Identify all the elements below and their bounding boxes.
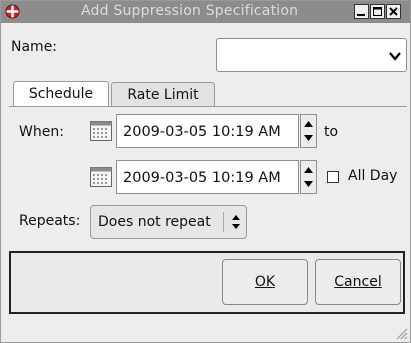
start-datetime-field[interactable]: 2009-03-05 10:19 AM [116, 114, 299, 148]
maximize-button[interactable] [370, 4, 385, 19]
cancel-button[interactable]: Cancel [315, 259, 401, 305]
app-icon [5, 4, 20, 19]
title-bar[interactable]: Add Suppression Specification [1, 1, 410, 23]
tab-schedule[interactable]: Schedule [13, 81, 109, 107]
button-panel: OK Cancel [9, 251, 405, 314]
all-day-label: All Day [348, 168, 398, 184]
spinner-arrows-icon [304, 167, 313, 187]
spinner-arrows-icon [304, 121, 313, 141]
cancel-button-label: Cancel [334, 274, 382, 290]
end-datetime-field[interactable]: 2009-03-05 10:19 AM [116, 160, 299, 194]
repeats-select[interactable]: Does not repeat [90, 205, 247, 239]
name-combobox[interactable] [216, 38, 407, 72]
when-label: When: [19, 124, 64, 140]
end-datetime-spinner[interactable] [300, 160, 317, 194]
calendar-icon[interactable] [90, 167, 112, 187]
ok-button-label: OK [254, 274, 276, 290]
close-button[interactable] [386, 4, 401, 19]
tab-divider [9, 106, 407, 107]
all-day-checkbox[interactable] [327, 171, 339, 183]
to-label: to [324, 124, 339, 140]
updown-icon [232, 215, 240, 229]
window-title: Add Suppression Specification [81, 3, 299, 19]
maximize-icon [373, 7, 382, 16]
repeats-value: Does not repeat [98, 214, 211, 230]
calendar-icon[interactable] [90, 121, 112, 141]
dialog-window: Add Suppression Specification Name: Sche… [0, 0, 411, 343]
name-label: Name: [11, 39, 58, 55]
tab-rate-limit[interactable]: Rate Limit [111, 82, 215, 107]
minimize-button[interactable] [354, 4, 369, 19]
tab-schedule-label: Schedule [28, 86, 94, 102]
resize-grip-icon[interactable] [394, 326, 408, 340]
minimize-icon [357, 14, 365, 16]
end-datetime-value: 2009-03-05 10:19 AM [123, 170, 281, 186]
tab-rate-limit-label: Rate Limit [127, 87, 199, 103]
chevron-down-icon [389, 52, 401, 61]
start-datetime-value: 2009-03-05 10:19 AM [123, 124, 281, 140]
repeats-label: Repeats: [19, 213, 81, 229]
start-datetime-spinner[interactable] [300, 114, 317, 148]
select-separator [223, 212, 224, 232]
close-icon [389, 7, 398, 16]
ok-button[interactable]: OK [222, 259, 308, 305]
